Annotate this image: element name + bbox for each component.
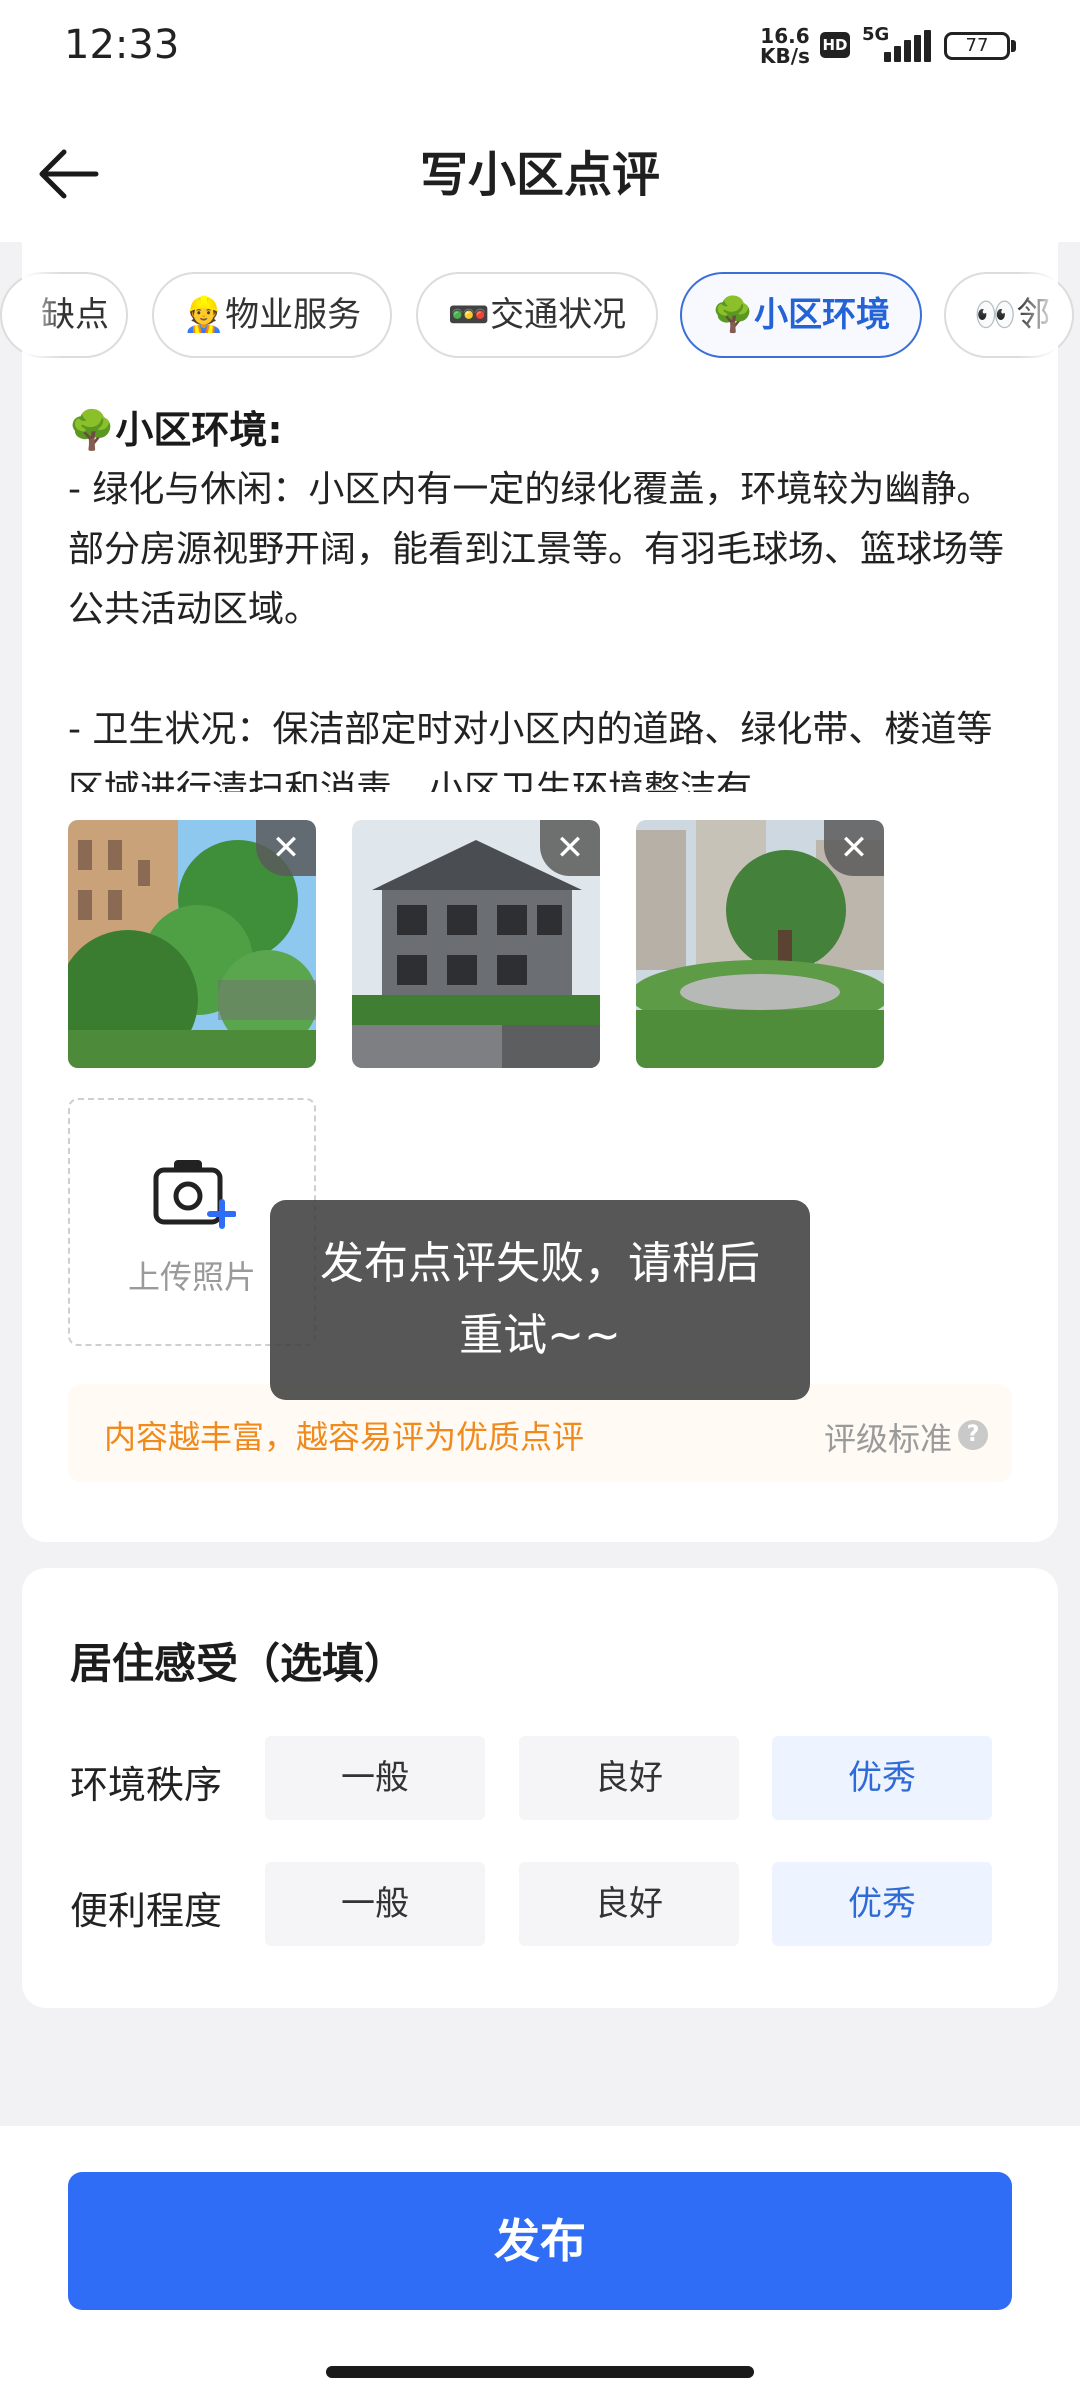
help-icon[interactable]: ? — [958, 1420, 988, 1450]
page-title: 写小区点评 — [419, 147, 660, 203]
remove-photo-button[interactable]: ✕ — [256, 820, 316, 876]
remove-photo-button[interactable]: ✕ — [824, 820, 884, 876]
row-label-environment-order: 环境秩序 — [70, 1763, 223, 1807]
publish-button[interactable]: 发布 — [68, 2172, 1012, 2310]
battery-tip — [1011, 40, 1016, 52]
option-average[interactable]: 一般 — [265, 1862, 485, 1946]
tree-icon: 🌳 — [711, 295, 755, 335]
signal-icon — [884, 30, 934, 62]
remove-photo-button[interactable]: ✕ — [540, 820, 600, 876]
option-average[interactable]: 一般 — [265, 1736, 485, 1820]
camera-plus-icon — [153, 1160, 236, 1229]
tab-cons[interactable]: 缺点 — [0, 272, 128, 358]
grading-standard-link[interactable]: 评级标准 — [824, 1414, 952, 1460]
traffic-light-icon: 🚥 — [447, 295, 491, 335]
option-excellent[interactable]: 优秀 — [772, 1736, 992, 1820]
tabs-fade-right — [1018, 262, 1058, 372]
review-paragraph: - 卫生状况：保洁部定时对小区内的道路、绿化带、楼道等区域进行清扫和消毒，小区卫… — [68, 709, 993, 792]
worker-icon: 👷 — [182, 295, 226, 335]
tabs-fade-left — [22, 262, 62, 372]
tree-icon: 🌳 — [68, 408, 116, 452]
quality-tip-text: 内容越丰富，越容易评为优质点评 — [104, 1418, 585, 1456]
tab-environment[interactable]: 🌳小区环境 — [680, 272, 922, 358]
review-heading: 🌳小区环境: — [68, 408, 283, 452]
review-paragraph: - 绿化与休闲：小区内有一定的绿化覆盖，环境较为幽静。部分房源视野开阔，能看到江… — [68, 469, 1005, 630]
option-good[interactable]: 良好 — [519, 1862, 739, 1946]
tab-traffic[interactable]: 🚥交通状况 — [416, 272, 658, 358]
review-textarea[interactable]: 🌳小区环境: - 绿化与休闲：小区内有一定的绿化覆盖，环境较为幽静。部分房源视野… — [68, 400, 1012, 792]
photo-thumbnail[interactable]: ✕ — [68, 820, 316, 1068]
photo-thumbnail[interactable]: ✕ — [636, 820, 884, 1068]
living-experience-card: 居住感受（选填） 环境秩序 一般 良好 优秀 便利程度 一般 良好 优秀 — [22, 1568, 1058, 2008]
photo-thumbnail[interactable]: ✕ — [352, 820, 600, 1068]
home-indicator[interactable] — [326, 2366, 754, 2378]
status-time: 12:33 — [64, 22, 180, 68]
error-toast: 发布点评失败，请稍后 重试~~ — [270, 1200, 810, 1400]
option-good[interactable]: 良好 — [519, 1736, 739, 1820]
row-label-convenience: 便利程度 — [70, 1889, 223, 1933]
hd-badge: HD — [820, 32, 850, 58]
eyes-icon: 👀 — [974, 295, 1017, 335]
tab-property-service[interactable]: 👷物业服务 — [152, 272, 392, 358]
battery-icon: 77 — [944, 32, 1010, 60]
section-title: 居住感受（选填） — [70, 1639, 407, 1688]
option-excellent[interactable]: 优秀 — [772, 1862, 992, 1946]
network-speed: 16.6 KB/s — [760, 24, 810, 68]
